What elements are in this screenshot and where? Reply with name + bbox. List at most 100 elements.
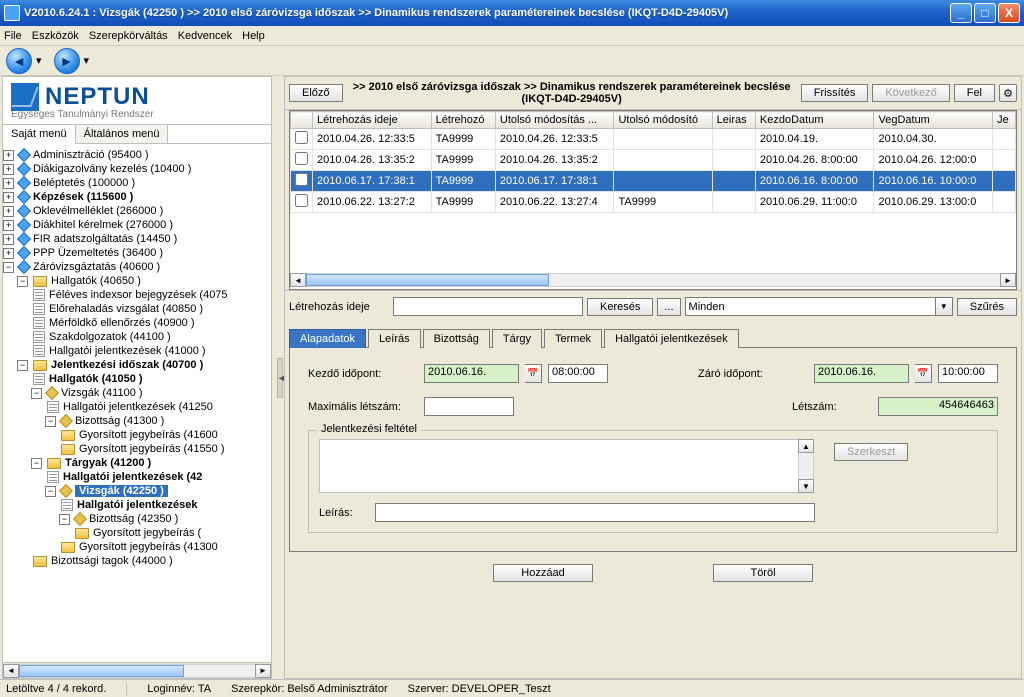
col-check[interactable] — [291, 112, 313, 129]
tab-bizottsag[interactable]: Bizottság — [423, 329, 490, 348]
expand-icon[interactable]: + — [3, 192, 14, 203]
tab-hallgatoi[interactable]: Hallgatói jelentkezések — [604, 329, 739, 348]
collapse-icon[interactable]: − — [31, 388, 42, 399]
calendar-icon[interactable]: 📅 — [915, 364, 932, 383]
tree-item[interactable]: Mérföldkő ellenőrzés (40900 ) — [49, 317, 195, 329]
tab-termek[interactable]: Termek — [544, 329, 602, 348]
tab-leiras[interactable]: Leírás — [368, 329, 421, 348]
scroll-down-icon[interactable]: ▼ — [798, 479, 814, 493]
scroll-left-icon[interactable]: ◄ — [3, 664, 19, 678]
minimize-button[interactable]: _ — [950, 3, 972, 23]
prev-button[interactable]: Előző — [289, 84, 343, 102]
search-more-button[interactable]: ... — [657, 298, 680, 316]
collapse-icon[interactable]: − — [45, 416, 56, 427]
nav-forward-button[interactable]: ► — [54, 48, 80, 74]
row-checkbox[interactable] — [295, 173, 308, 186]
tree-item[interactable]: Bizottság (41300 ) — [75, 415, 164, 427]
collapse-icon[interactable]: − — [17, 360, 28, 371]
max-input[interactable] — [424, 397, 514, 416]
tab-targy[interactable]: Tárgy — [492, 329, 542, 348]
table-row-selected[interactable]: 2010.06.17. 17:38:1TA99992010.06.17. 17:… — [291, 171, 1016, 192]
expand-icon[interactable]: + — [3, 150, 14, 161]
tab-alapadatok[interactable]: Alapadatok — [289, 329, 366, 348]
expand-icon[interactable]: + — [3, 234, 14, 245]
leiras-input[interactable] — [375, 503, 815, 522]
menu-szerepkor[interactable]: Szerepkörváltás — [89, 30, 168, 42]
col-header[interactable]: Je — [993, 112, 1016, 129]
add-button[interactable]: Hozzáad — [493, 564, 593, 582]
table-row[interactable]: 2010.06.22. 13:27:2TA99992010.06.22. 13:… — [291, 192, 1016, 213]
table-row[interactable]: 2010.04.26. 13:35:2TA99992010.04.26. 13:… — [291, 150, 1016, 171]
menu-help[interactable]: Help — [242, 30, 265, 42]
col-header[interactable]: KezdoDatum — [755, 112, 874, 129]
table-row[interactable]: 2010.04.26. 12:33:5TA99992010.04.26. 12:… — [291, 129, 1016, 150]
col-header[interactable]: Létrehozás ideje — [313, 112, 432, 129]
tree-item[interactable]: Gyorsított jegybeírás (41600 — [79, 429, 218, 441]
delete-button[interactable]: Töröl — [713, 564, 813, 582]
search-input[interactable] — [393, 297, 583, 316]
kezdo-date-input[interactable]: 2010.06.16. — [424, 364, 519, 383]
tree-item[interactable]: Bizottsági tagok (44000 ) — [51, 555, 173, 567]
splitter[interactable] — [276, 76, 284, 679]
zaro-date-input[interactable]: 2010.06.16. — [814, 364, 909, 383]
collapse-icon[interactable]: − — [59, 514, 70, 525]
menu-kedvencek[interactable]: Kedvencek — [178, 30, 232, 42]
refresh-button[interactable]: Frissítés — [801, 84, 869, 102]
filter-combo[interactable]: ▼ — [685, 297, 953, 316]
tree-item[interactable]: Előrehaladás vizsgálat (40850 ) — [49, 303, 203, 315]
tree-item[interactable]: FIR adatszolgáltatás (14450 ) — [33, 233, 177, 245]
tree-item[interactable]: Gyorsított jegybeírás (41300 — [79, 541, 218, 553]
scroll-thumb[interactable] — [306, 274, 549, 286]
next-button[interactable]: Következő — [872, 84, 949, 102]
tree-item[interactable]: Diákhitel kérelmek (276000 ) — [33, 219, 173, 231]
zaro-time-input[interactable]: 10:00:00 — [938, 364, 998, 383]
collapse-icon[interactable]: − — [31, 458, 42, 469]
scroll-thumb[interactable] — [19, 665, 184, 677]
row-checkbox[interactable] — [295, 131, 308, 144]
col-header[interactable]: Létrehozó — [431, 112, 495, 129]
tree-item[interactable]: Beléptetés (100000 ) — [33, 177, 135, 189]
settings-icon[interactable]: ⚙ — [999, 84, 1017, 102]
tree-item[interactable]: Oklevélmelléklet (266000 ) — [33, 205, 163, 217]
feltetel-textarea[interactable] — [319, 439, 799, 493]
tree-item[interactable]: Diákigazolvány kezelés (10400 ) — [33, 163, 191, 175]
tree-item[interactable]: Bizottság (42350 ) — [89, 513, 178, 525]
collapse-icon[interactable]: − — [3, 262, 14, 273]
nav-forward-dropdown[interactable]: ▾ — [84, 54, 90, 67]
scroll-right-icon[interactable]: ► — [255, 664, 271, 678]
tree-item[interactable]: Tárgyak (41200 ) — [65, 457, 151, 469]
nav-tree[interactable]: + Adminisztráció (95400 ) + Diákigazolvány… — [3, 144, 271, 662]
tree-item[interactable]: Hallgatók (40650 ) — [51, 275, 141, 287]
collapse-icon[interactable]: − — [17, 276, 28, 287]
tree-item[interactable]: Hallgatói jelentkezések (42 — [63, 471, 202, 483]
grid-hscrollbar[interactable]: ◄ ► — [290, 273, 1016, 289]
sidebar-tab-altalanos[interactable]: Általános menü — [76, 125, 169, 143]
menu-eszkozok[interactable]: Eszközök — [32, 30, 79, 42]
tree-item[interactable]: PPP Üzemeltetés (36400 ) — [33, 247, 163, 259]
tree-item[interactable]: Képzések (115600 ) — [33, 191, 133, 203]
tree-item[interactable]: Jelentkezési időszak (40700 ) — [51, 359, 203, 371]
expand-icon[interactable]: + — [3, 206, 14, 217]
collapse-icon[interactable]: − — [45, 486, 56, 497]
tree-item[interactable]: Adminisztráció (95400 ) — [33, 149, 149, 161]
col-header[interactable]: Utolsó módosítás ... — [495, 112, 614, 129]
menu-file[interactable]: File — [4, 30, 22, 42]
tree-item[interactable]: Gyorsított jegybeírás (41550 ) — [79, 443, 225, 455]
close-button[interactable]: X — [998, 3, 1020, 23]
szerkeszt-button[interactable]: Szerkeszt — [834, 443, 908, 461]
tree-item[interactable]: Hallgatói jelentkezések (41000 ) — [49, 345, 206, 357]
scroll-right-icon[interactable]: ► — [1000, 273, 1016, 287]
data-grid[interactable]: Létrehozás ideje Létrehozó Utolsó módosí… — [289, 110, 1017, 290]
calendar-icon[interactable]: 📅 — [525, 364, 542, 383]
up-button[interactable]: Fel — [954, 84, 995, 102]
tree-hscrollbar[interactable]: ◄ ► — [3, 662, 271, 678]
expand-icon[interactable]: + — [3, 178, 14, 189]
dropdown-icon[interactable]: ▼ — [936, 297, 953, 316]
tree-item[interactable]: Vizsgák (41100 ) — [61, 387, 143, 399]
expand-icon[interactable]: + — [3, 248, 14, 259]
textarea-scrollbar[interactable]: ▲ ▼ — [798, 439, 814, 493]
tree-item-selected[interactable]: Vizsgák (42250 ) — [75, 485, 168, 497]
scroll-up-icon[interactable]: ▲ — [798, 439, 814, 453]
row-checkbox[interactable] — [295, 152, 308, 165]
filter-button[interactable]: Szűrés — [957, 298, 1017, 316]
